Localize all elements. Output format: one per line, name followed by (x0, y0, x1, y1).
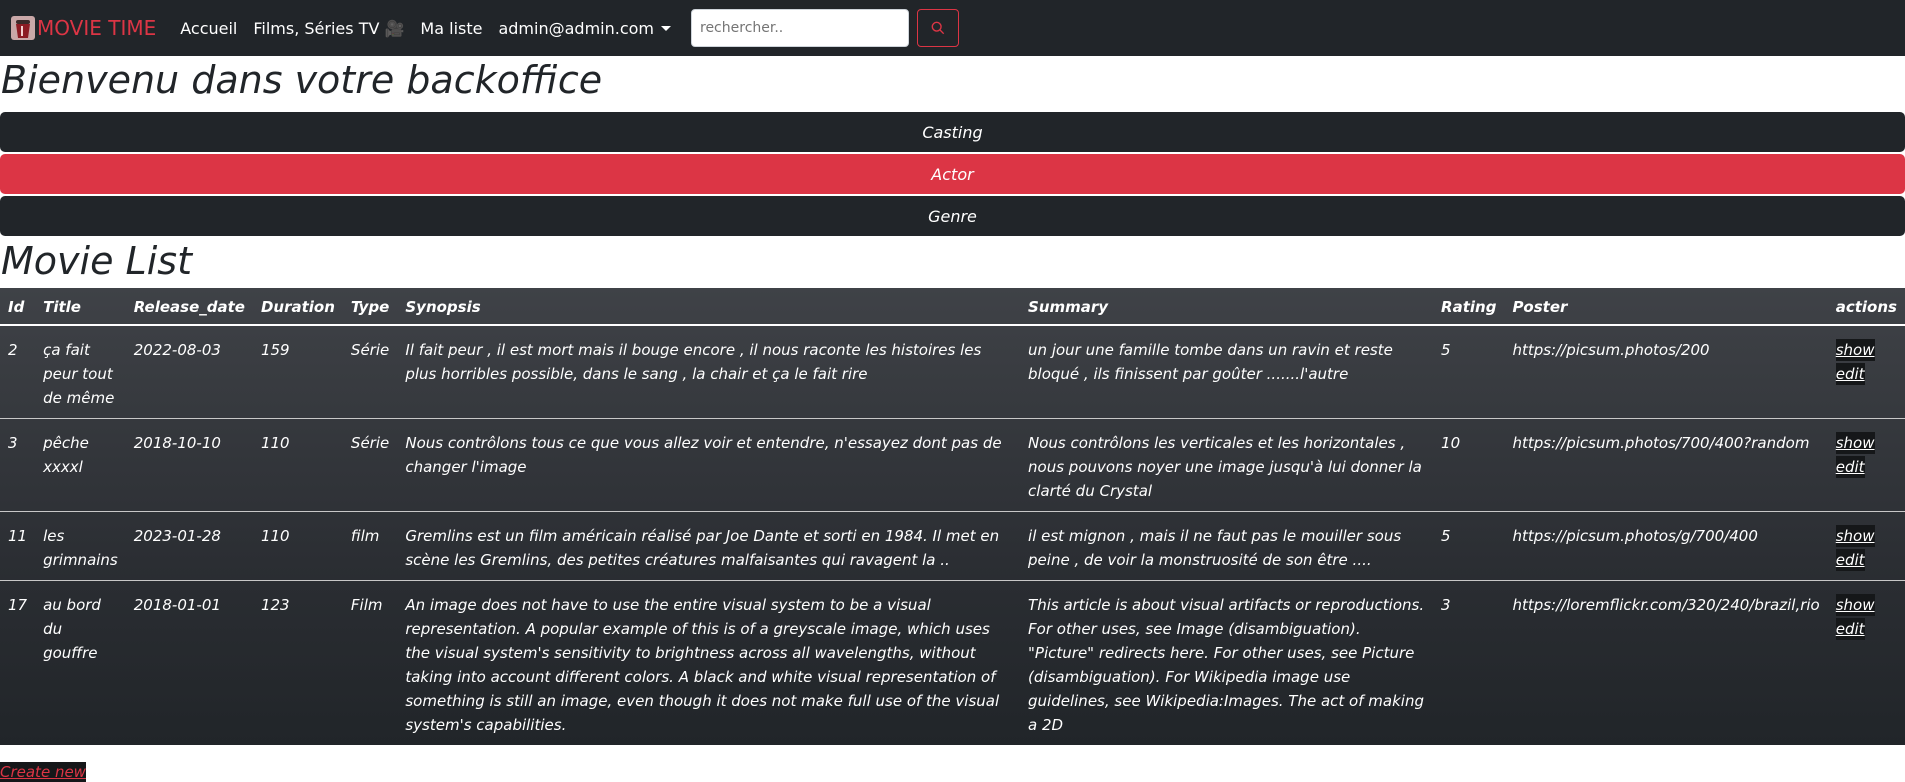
cell-synopsis: Il fait peur , il est mort mais il bouge… (397, 325, 1021, 419)
cell-summary: il est mignon , mais il ne faut pas le m… (1020, 511, 1434, 581)
search-input[interactable] (691, 9, 909, 47)
cell-actions: show edit (1827, 511, 1905, 581)
cell-synopsis: An image does not have to use the entire… (405, 596, 1000, 734)
cell-type: Film (350, 596, 383, 614)
header-summary: Summary (1020, 288, 1434, 326)
cell-poster: https://picsum.photos/g/700/400 (1504, 511, 1828, 581)
cell-rating: 5 (1433, 325, 1505, 419)
cell-title: au bord du gouffre (43, 596, 101, 662)
cell-actions: show edit (1827, 418, 1905, 512)
user-dropdown[interactable]: admin@admin.com (498, 19, 671, 38)
cell-summary: Nous contrôlons les verticales et les ho… (1020, 418, 1434, 512)
header-actions: actions (1827, 288, 1905, 326)
cell-synopsis: Gremlins est un film américain réalisé p… (397, 511, 1021, 581)
cell-synopsis: Nous contrôlons tous ce que vous allez v… (397, 418, 1021, 512)
cell-summary: This article is about visual artifacts o… (1028, 596, 1425, 734)
cell-rating: 5 (1433, 511, 1505, 581)
caret-down-icon (661, 25, 671, 31)
cell-release-date: 2018-01-01 (133, 596, 221, 614)
cell-id: 3 (0, 418, 36, 512)
nav-link-ma-liste[interactable]: Ma liste (420, 19, 482, 38)
nav-link-accueil[interactable]: Accueil (180, 19, 237, 38)
header-poster: Poster (1504, 288, 1828, 326)
cell-id: 17 (8, 596, 28, 614)
cell-poster: https://loremflickr.com/320/240/brazil,r… (1512, 596, 1820, 614)
header-id: Id (0, 288, 36, 326)
table-row: 2 ça fait peur tout de même 2022-08-03 1… (0, 325, 1905, 419)
table-row: 11 les grimnains 2023-01-28 110 film Gre… (0, 511, 1905, 581)
cell-duration: 110 (252, 511, 343, 581)
cell-id: 11 (0, 511, 36, 581)
user-email: admin@admin.com (498, 18, 654, 38)
show-link[interactable]: show (1835, 339, 1875, 361)
show-link[interactable]: show (1835, 525, 1875, 547)
header-rating: Rating (1433, 288, 1505, 326)
cell-actions: show edit (1827, 325, 1905, 419)
header-title: Title (35, 288, 126, 326)
menu-genre[interactable]: Genre (0, 196, 1905, 236)
cell-duration: 123 (260, 596, 290, 614)
cell-release-date: 2023-01-28 (125, 511, 253, 581)
header-duration: Duration (252, 288, 343, 326)
nav-link-films-series[interactable]: Films, Séries TV 🎥 (253, 19, 404, 38)
create-new-link[interactable]: Create new (0, 762, 86, 782)
section-title: Movie List (1, 239, 192, 283)
cell-poster: https://picsum.photos/700/400?random (1504, 418, 1828, 512)
edit-link[interactable]: edit (1835, 618, 1865, 640)
show-link[interactable]: show (1835, 432, 1875, 454)
cell-duration: 159 (252, 325, 343, 419)
cell-type: film (342, 511, 398, 581)
cell-release-date: 2022-08-03 (125, 325, 253, 419)
search-icon (931, 21, 945, 35)
cell-title: ça fait peur tout de même (35, 325, 126, 419)
header-synopsis: Synopsis (397, 288, 1021, 326)
cell-duration: 110 (252, 418, 343, 512)
cell-id: 2 (0, 325, 36, 419)
cell-type: Série (342, 418, 398, 512)
popcorn-icon (11, 16, 35, 40)
header-release-date: Release_date (125, 288, 253, 326)
page-title: Bienvenu dans votre backoffice (1, 58, 603, 102)
cell-rating: 10 (1433, 418, 1505, 512)
search-button[interactable] (917, 9, 959, 47)
show-link[interactable]: show (1835, 594, 1875, 616)
cell-rating: 3 (1441, 596, 1451, 614)
cell-summary: un jour une famille tombe dans un ravin … (1020, 325, 1434, 419)
edit-link[interactable]: edit (1835, 363, 1865, 385)
cell-poster: https://picsum.photos/200 (1504, 325, 1828, 419)
edit-link[interactable]: edit (1835, 549, 1865, 571)
table-row: 3 pêche xxxxl 2018-10-10 110 Série Nous … (0, 418, 1905, 512)
header-type: Type (342, 288, 398, 326)
cell-title: pêche xxxxl (35, 418, 126, 512)
cell-type: Série (342, 325, 398, 419)
cell-release-date: 2018-10-10 (125, 418, 253, 512)
brand-name: MOVIE TIME (37, 16, 157, 40)
brand[interactable]: MOVIE TIME (10, 15, 156, 41)
menu-actor[interactable]: Actor (0, 154, 1905, 194)
table-row: 17 au bord du gouffre 2018-01-01 123 Fil… (0, 581, 1905, 746)
menu-casting[interactable]: Casting (0, 112, 1905, 152)
edit-link[interactable]: edit (1835, 456, 1865, 478)
cell-title: les grimnains (35, 511, 126, 581)
table-header-row: Id Title Release_date Duration Type Syno… (0, 288, 1905, 326)
navbar: MOVIE TIME Accueil Films, Séries TV 🎥 Ma… (0, 0, 1905, 56)
movie-table: Id Title Release_date Duration Type Syno… (0, 288, 1905, 745)
cell-actions: show edit (1828, 581, 1905, 746)
